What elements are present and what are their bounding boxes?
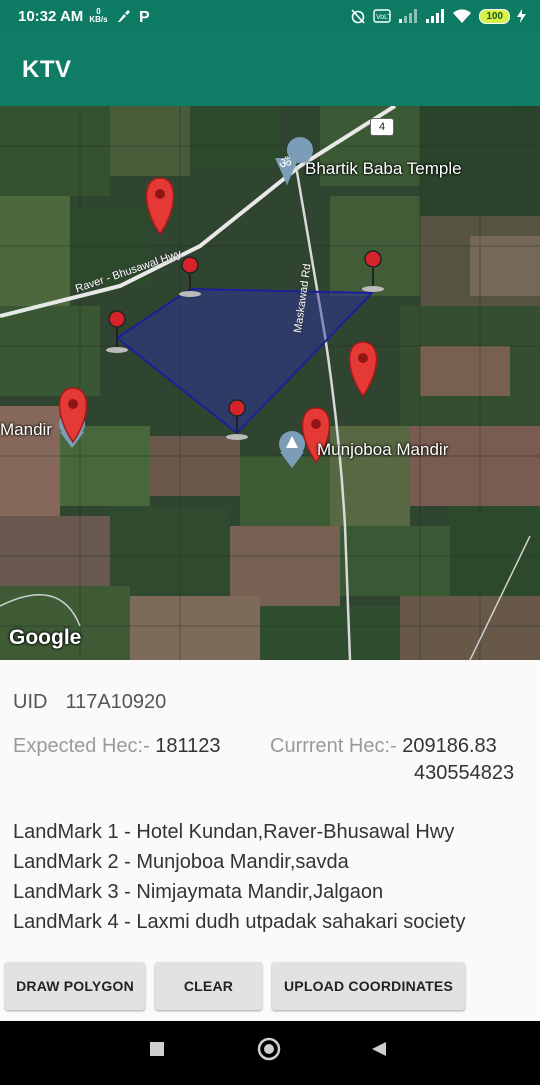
back-icon[interactable] xyxy=(372,1042,386,1056)
svg-text:VoLTE: VoLTE xyxy=(376,14,391,21)
net-speed-unit: KB/s xyxy=(89,15,108,24)
landmark-item: LandMark 2 - Munjoboa Mandir,savda xyxy=(13,851,349,873)
landmark-item: LandMark 4 - Laxmi dudh utpadak sahakari… xyxy=(13,911,466,933)
landmark-list: LandMark 1 - Hotel Kundan,Raver-Bhusawal… xyxy=(13,817,465,937)
expected-hec-label: Expected Hec:- xyxy=(13,735,150,757)
uid-label: UID xyxy=(13,691,48,713)
recents-icon[interactable] xyxy=(150,1042,164,1056)
temple-label: Bhartik Baba Temple xyxy=(305,159,462,178)
signal-1-icon xyxy=(399,9,418,23)
satellite-imagery: ॐ xyxy=(0,106,540,660)
cleaner-icon xyxy=(117,10,130,22)
battery-level: 100 xyxy=(479,8,510,24)
charging-icon xyxy=(517,9,526,23)
app-bar: KTV xyxy=(0,32,540,106)
upload-coordinates-button[interactable]: UPLOAD COORDINATES xyxy=(272,962,465,1010)
system-nav-bar xyxy=(0,1021,540,1080)
road-shield-icon: 4 xyxy=(370,118,394,136)
action-bar: DRAW POLYGON CLEAR UPLOAD COORDINATES xyxy=(0,941,540,1021)
uid-row: UID 117A10920 xyxy=(13,691,166,714)
svg-text:ॐ: ॐ xyxy=(279,156,292,172)
draw-polygon-button[interactable]: DRAW POLYGON xyxy=(5,962,145,1010)
expected-hec: Expected Hec:- 181123 xyxy=(13,735,221,758)
volte-icon: VoLTE xyxy=(373,9,391,23)
landmark-item: LandMark 3 - Nimjaymata Mandir,Jalgaon xyxy=(13,881,384,903)
expected-hec-value: 181123 xyxy=(155,735,221,757)
svg-text:P: P xyxy=(139,9,150,24)
road-shield-label: 4 xyxy=(378,121,386,133)
status-bar: 10:32 AM 0 KB/s P VoLTE 100 xyxy=(0,0,540,32)
net-speed: 0 KB/s xyxy=(89,8,107,24)
home-icon[interactable] xyxy=(257,1037,281,1061)
mandir-right-label: Munjoboa Mandir xyxy=(317,440,449,459)
wifi-icon xyxy=(453,9,472,23)
clear-button[interactable]: CLEAR xyxy=(155,962,262,1010)
status-time: 10:32 AM xyxy=(18,7,84,25)
current-hec-value-2: 430554823 xyxy=(414,762,515,784)
info-panel: UID 117A10920 Expected Hec:- 181123 Currr… xyxy=(0,660,540,941)
current-hec: Currrent Hec:- 209186.83 xyxy=(270,735,497,758)
landmark-item: LandMark 1 - Hotel Kundan,Raver-Bhusawal… xyxy=(13,821,455,843)
alarm-off-icon xyxy=(351,9,365,24)
mandir-left-label: Mandir xyxy=(0,420,52,439)
map-view[interactable]: ॐ 4 Bhartik Baba Temple Munjoboa Mandir … xyxy=(0,106,540,660)
current-hec-value-1: 209186.83 xyxy=(402,735,497,757)
uid-value: 117A10920 xyxy=(65,691,167,713)
google-attribution: Google xyxy=(9,626,82,649)
app-title: KTV xyxy=(22,56,72,83)
parking-icon: P xyxy=(139,9,150,24)
current-hec-label: Currrent Hec:- xyxy=(270,735,397,757)
signal-2-icon xyxy=(426,9,445,23)
